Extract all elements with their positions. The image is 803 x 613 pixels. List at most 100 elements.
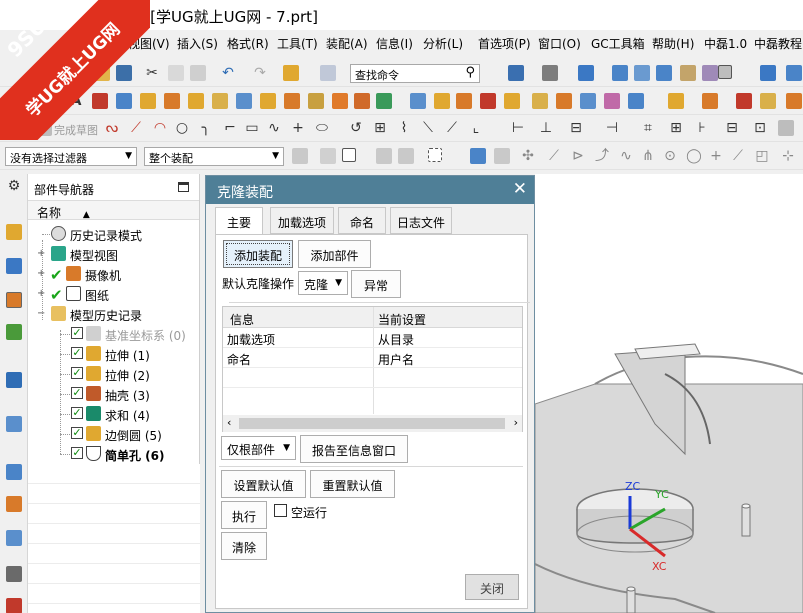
split-body-icon[interactable] xyxy=(456,93,472,109)
assembly-scope-select[interactable]: 整个装配 ▼ xyxy=(144,147,284,166)
menu-zhonglei[interactable]: 中磊1.0 xyxy=(704,35,747,52)
menu-gc-toolbox[interactable]: GC工具箱 xyxy=(591,35,645,52)
pocket-icon[interactable] xyxy=(236,93,252,109)
orient-icon[interactable] xyxy=(786,65,802,81)
roles-icon[interactable] xyxy=(6,530,22,546)
snap-bounded-icon[interactable]: ⊹ xyxy=(780,148,796,164)
convert-reference-icon[interactable]: ⌗ xyxy=(640,120,656,136)
view-top-icon[interactable] xyxy=(656,65,672,81)
repeat-command-icon[interactable] xyxy=(283,65,299,81)
execute-button[interactable]: 执行 xyxy=(221,501,267,529)
dry-run-checkbox[interactable] xyxy=(274,504,287,517)
expand-icon[interactable]: + xyxy=(37,268,45,279)
trim-body-icon[interactable] xyxy=(434,93,450,109)
circle-icon[interactable]: ○ xyxy=(174,120,190,136)
snap-quadrant-icon[interactable]: ◯ xyxy=(686,148,702,164)
tab-load-options[interactable]: 加载选项 xyxy=(270,207,334,234)
hole-icon[interactable] xyxy=(188,93,204,109)
expand-icon[interactable]: + xyxy=(37,248,45,259)
delete-face-icon[interactable] xyxy=(736,93,752,109)
snap-point-icon[interactable] xyxy=(342,148,356,162)
profile-icon[interactable]: ᔓ xyxy=(104,120,120,136)
relations-icon[interactable]: ⊡ xyxy=(752,120,768,136)
constraint-icon[interactable]: ⊥ xyxy=(538,120,554,136)
undo-icon[interactable]: ↶ xyxy=(220,65,236,81)
offset-face-icon[interactable] xyxy=(504,93,520,109)
pad-icon[interactable] xyxy=(260,93,276,109)
clone-operation-select[interactable]: 克隆 ▼ xyxy=(298,271,348,295)
menu-help[interactable]: 帮助(H) xyxy=(652,35,694,52)
gear-icon[interactable]: ⚙ xyxy=(6,178,22,194)
render-style-icon[interactable] xyxy=(542,65,558,81)
view-right-icon[interactable] xyxy=(680,65,696,81)
info-table[interactable]: 信息 当前设置 加载选项 从目录 命名 用户名 ‹ › xyxy=(222,306,523,432)
tree-item-cameras[interactable]: + ✔ 摄像机 xyxy=(28,264,200,284)
checkbox-checked[interactable]: ✓ xyxy=(71,407,83,419)
table-row[interactable]: 命名 用户名 xyxy=(223,348,522,368)
snap-center-icon[interactable]: ⊙ xyxy=(662,148,678,164)
set-default-button[interactable]: 设置默认值 xyxy=(221,470,306,498)
scroll-left-icon[interactable]: ‹ xyxy=(227,416,231,429)
expand-icon[interactable]: + xyxy=(37,288,45,299)
selection-filter-select[interactable]: 没有选择过滤器 ▼ xyxy=(5,147,137,166)
sketch-options-icon[interactable] xyxy=(778,120,794,136)
graphics-window[interactable]: ZC YC XC xyxy=(535,174,803,613)
command-search-input[interactable]: 查找命令 ⚲ xyxy=(350,64,480,83)
snap-spline-icon[interactable]: ∿ xyxy=(618,148,634,164)
column-header-current[interactable]: 当前设置 xyxy=(378,311,426,328)
finish-sketch-icon[interactable] xyxy=(36,120,52,136)
ellipse-icon[interactable]: ⬭ xyxy=(314,120,330,136)
pattern-curve-icon[interactable]: ⊞ xyxy=(372,120,388,136)
paste-icon[interactable] xyxy=(190,65,206,81)
clear-button[interactable]: 清除 xyxy=(221,532,267,560)
unite-icon[interactable] xyxy=(284,93,300,109)
checkbox-checked[interactable]: ✓ xyxy=(71,367,83,379)
extend-curve-icon[interactable]: ⟋ xyxy=(444,120,460,136)
select-faces-icon[interactable] xyxy=(398,148,414,164)
sew-icon[interactable] xyxy=(628,93,644,109)
checkbox-checked[interactable]: ✓ xyxy=(71,347,83,359)
surface-icon[interactable] xyxy=(668,93,684,109)
scroll-right-icon[interactable]: › xyxy=(514,416,518,429)
close-icon[interactable]: ✕ xyxy=(513,179,527,199)
finish-sketch-label[interactable]: 完成草图 xyxy=(54,122,98,138)
cut-icon[interactable]: ✂ xyxy=(144,65,160,81)
subtract-icon[interactable] xyxy=(308,93,324,109)
snap-mid-icon[interactable]: ⟋ xyxy=(546,148,562,164)
tab-log-file[interactable]: 日志文件 xyxy=(390,207,452,234)
tree-item-history-mode[interactable]: 历史记录模式 xyxy=(28,224,200,244)
rectangle-icon[interactable]: ▭ xyxy=(244,120,260,136)
select-features-icon[interactable] xyxy=(320,148,336,164)
rectangle-select-icon[interactable] xyxy=(428,148,442,162)
menu-analysis[interactable]: 分析(L) xyxy=(423,35,463,52)
view-iso-icon[interactable] xyxy=(612,65,628,81)
tree-item-edge-blend-5[interactable]: ✓ 边倒圆 (5) xyxy=(28,424,200,444)
snap-body-icon[interactable] xyxy=(470,148,486,164)
auto-constrain-icon[interactable]: ⊟ xyxy=(568,120,584,136)
save-icon[interactable] xyxy=(116,65,132,81)
shaded-view-icon[interactable] xyxy=(578,65,594,81)
move-icon[interactable] xyxy=(760,65,776,81)
select-bodies-icon[interactable] xyxy=(376,148,392,164)
command-finder-icon[interactable] xyxy=(320,65,336,81)
menu-assembly[interactable]: 装配(A) xyxy=(326,35,368,52)
arc-icon[interactable]: ◠ xyxy=(152,120,168,136)
open-icon[interactable] xyxy=(94,65,110,81)
polygon-icon[interactable]: ∿ xyxy=(266,120,282,136)
mirror-icon[interactable] xyxy=(376,93,392,109)
tree-item-unite-4[interactable]: ✓ 求和 (4) xyxy=(28,404,200,424)
add-assembly-button[interactable]: 添加装配 xyxy=(223,240,293,268)
assembly-navigator-icon[interactable] xyxy=(6,224,22,240)
check-icon[interactable]: ✔ xyxy=(50,286,63,304)
tree-item-drawings[interactable]: + ✔ 图纸 xyxy=(28,284,200,304)
checkbox-checked[interactable]: ✓ xyxy=(71,327,83,339)
checkbox-checked[interactable]: ✓ xyxy=(71,447,83,459)
menu-zhonglei-tutorial[interactable]: 中磊教程 xyxy=(754,35,802,52)
menu-view[interactable]: 视图(V) xyxy=(128,35,170,52)
column-header-info[interactable]: 信息 xyxy=(230,311,254,328)
close-button[interactable]: 关闭 xyxy=(465,574,519,600)
revolve-icon[interactable] xyxy=(164,93,180,109)
snap-existing-point-icon[interactable]: + xyxy=(708,148,724,164)
exception-button[interactable]: 异常 xyxy=(351,270,401,298)
copy-icon[interactable] xyxy=(168,65,184,81)
